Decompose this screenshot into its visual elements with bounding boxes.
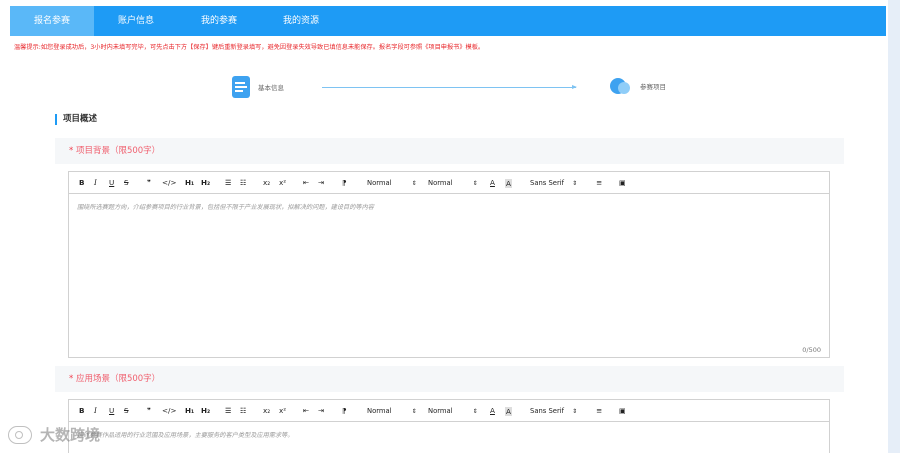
editor-body[interactable]: 描述参赛作品适用的行业范围及应用场景，主要服务的客户类型及应用需求等。 <box>69 422 829 453</box>
bold-button[interactable]: B <box>79 172 84 194</box>
rich-text-editor-background: B I U S ❞ </> H₁ H₂ ☰ ☷ x₂ x² ⇤ ⇥ ⁋ Norm… <box>68 171 830 358</box>
document-icon <box>232 76 250 98</box>
step-label: 参赛项目 <box>640 83 666 91</box>
size-select[interactable]: Normal ⇕ <box>367 400 417 422</box>
watermark: 大数跨境 <box>8 424 100 445</box>
tab-my-entries[interactable]: 我的参赛 <box>178 6 260 36</box>
field-label: 应用场景（限500字） <box>75 374 161 384</box>
tab-account-info[interactable]: 账户信息 <box>94 6 178 36</box>
bubbles-icon <box>610 76 632 96</box>
chevron-updown-icon: ⇕ <box>411 408 417 415</box>
chevron-updown-icon: ⇕ <box>572 408 578 415</box>
image-icon[interactable]: ▣ <box>619 400 626 422</box>
quote-icon[interactable]: ❞ <box>147 172 151 194</box>
font-select[interactable]: Sans Serif ⇕ <box>530 172 577 194</box>
rich-text-editor-scenario: B I U S ❞ </> H₁ H₂ ☰ ☷ x₂ x² ⇤ ⇥ ⁋ Norm… <box>68 399 830 453</box>
align-icon[interactable]: ≡ <box>596 172 602 194</box>
top-nav: 报名参赛 账户信息 我的参赛 我的资源 <box>10 6 886 36</box>
background-color-icon[interactable]: A <box>505 407 512 416</box>
editor-placeholder: 围绕所选赛题方向，介绍参赛项目的行业背景，包括但不限于产业发展现状，拟解决的问题… <box>77 204 374 211</box>
text-color-icon[interactable]: A <box>490 400 495 422</box>
char-counter: 0/500 <box>802 346 821 354</box>
align-icon[interactable]: ≡ <box>596 400 602 422</box>
editor-placeholder: 描述参赛作品适用的行业范围及应用场景，主要服务的客户类型及应用需求等。 <box>77 432 294 439</box>
watermark-text: 大数跨境 <box>40 426 101 444</box>
ordered-list-icon[interactable]: ☰ <box>225 172 231 194</box>
tab-register[interactable]: 报名参赛 <box>10 6 94 36</box>
subscript-button[interactable]: x₂ <box>263 172 270 194</box>
indent-icon[interactable]: ⇥ <box>318 400 324 422</box>
superscript-button[interactable]: x² <box>279 400 286 422</box>
subscript-button[interactable]: x₂ <box>263 400 270 422</box>
header-select[interactable]: Normal ⇕ <box>428 400 478 422</box>
chevron-updown-icon: ⇕ <box>472 180 478 187</box>
arrow-right-icon <box>572 85 577 89</box>
field-header-scenario: * 应用场景（限500字） <box>55 366 844 392</box>
warning-notice: 温馨提示:如您登录成功后，3小时内未填写完毕，可先点击下方【保存】键后重新登录填… <box>14 44 485 51</box>
field-label: 项目背景（限500字） <box>75 146 161 156</box>
outdent-icon[interactable]: ⇤ <box>303 400 309 422</box>
background-color-icon[interactable]: A <box>505 179 512 188</box>
quote-icon[interactable]: ❞ <box>147 400 151 422</box>
step-basic-info: 基本信息 <box>232 76 284 98</box>
tab-my-resources[interactable]: 我的资源 <box>260 6 342 36</box>
text-color-icon[interactable]: A <box>490 172 495 194</box>
italic-button[interactable]: I <box>94 400 97 422</box>
strike-button[interactable]: S <box>124 172 129 194</box>
editor-toolbar: B I U S ❞ </> H₁ H₂ ☰ ☷ x₂ x² ⇤ ⇥ ⁋ Norm… <box>69 172 829 194</box>
chevron-updown-icon: ⇕ <box>411 180 417 187</box>
field-header-background: * 项目背景（限500字） <box>55 138 844 164</box>
image-icon[interactable]: ▣ <box>619 172 626 194</box>
underline-button[interactable]: U <box>109 172 114 194</box>
superscript-button[interactable]: x² <box>279 172 286 194</box>
required-mark: * <box>69 146 74 156</box>
ordered-list-icon[interactable]: ☰ <box>225 400 231 422</box>
font-select[interactable]: Sans Serif ⇕ <box>530 400 577 422</box>
underline-button[interactable]: U <box>109 400 114 422</box>
h2-button[interactable]: H₂ <box>201 400 210 422</box>
code-icon[interactable]: </> <box>162 172 176 194</box>
header-select[interactable]: Normal ⇕ <box>428 172 478 194</box>
outdent-icon[interactable]: ⇤ <box>303 172 309 194</box>
watermark-logo-icon <box>8 425 32 444</box>
editor-toolbar: B I U S ❞ </> H₁ H₂ ☰ ☷ x₂ x² ⇤ ⇥ ⁋ Norm… <box>69 400 829 422</box>
indent-icon[interactable]: ⇥ <box>318 172 324 194</box>
right-background <box>888 0 900 453</box>
section-title: 项目概述 <box>55 114 97 125</box>
chevron-updown-icon: ⇕ <box>472 408 478 415</box>
strike-button[interactable]: S <box>124 400 129 422</box>
step-project: 参赛项目 <box>610 76 666 96</box>
required-mark: * <box>69 374 74 384</box>
h1-button[interactable]: H₁ <box>185 172 194 194</box>
editor-body[interactable]: 围绕所选赛题方向，介绍参赛项目的行业背景，包括但不限于产业发展现状，拟解决的问题… <box>69 194 829 358</box>
size-select[interactable]: Normal ⇕ <box>367 172 417 194</box>
step-connector <box>322 87 576 88</box>
chevron-updown-icon: ⇕ <box>572 180 578 187</box>
code-icon[interactable]: </> <box>162 400 176 422</box>
bullet-list-icon[interactable]: ☷ <box>240 400 246 422</box>
step-label: 基本信息 <box>258 84 284 92</box>
text-direction-icon[interactable]: ⁋ <box>342 400 347 422</box>
page: 报名参赛 账户信息 我的参赛 我的资源 温馨提示:如您登录成功后，3小时内未填写… <box>0 0 888 453</box>
text-direction-icon[interactable]: ⁋ <box>342 172 347 194</box>
bold-button[interactable]: B <box>79 400 84 422</box>
bullet-list-icon[interactable]: ☷ <box>240 172 246 194</box>
h2-button[interactable]: H₂ <box>201 172 210 194</box>
italic-button[interactable]: I <box>94 172 97 194</box>
h1-button[interactable]: H₁ <box>185 400 194 422</box>
